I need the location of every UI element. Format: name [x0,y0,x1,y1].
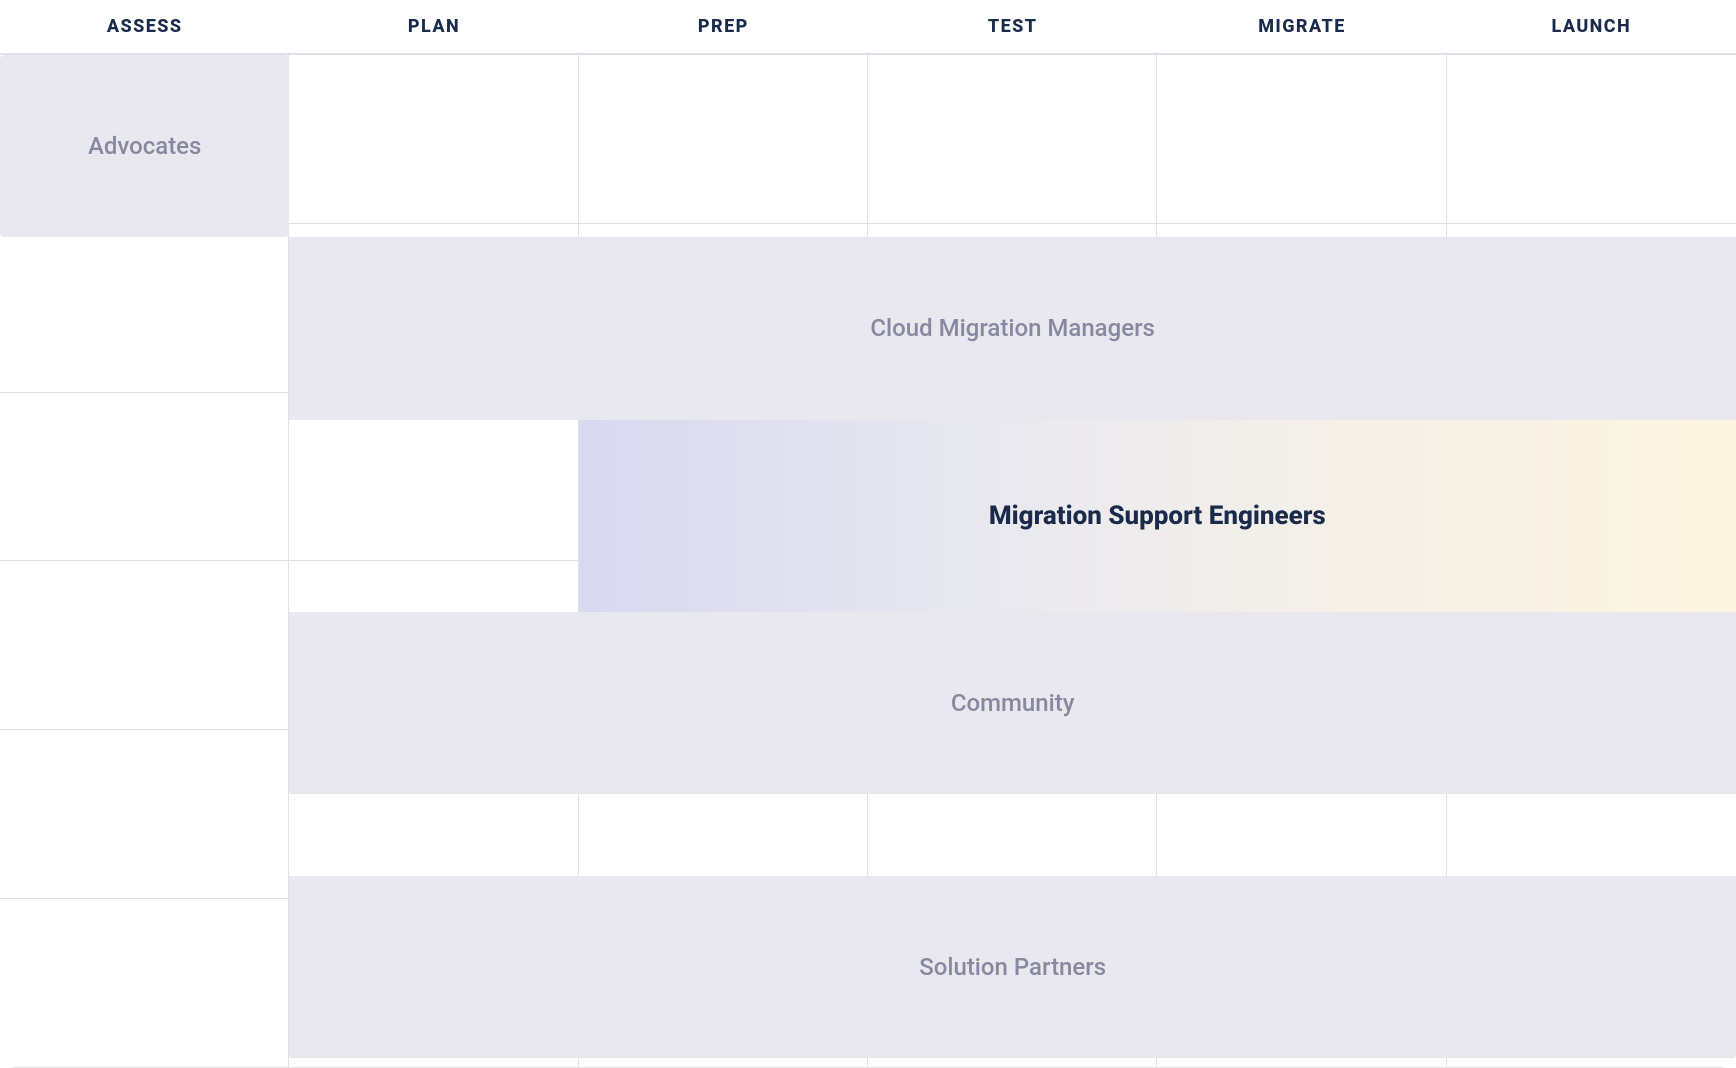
grid-cell [1157,55,1446,224]
migration-support-engineers-swimlane: Migration Support Engineers [579,420,1736,612]
cloud-migration-managers-label: Cloud Migration Managers [870,314,1155,342]
main-content: Advocates Cloud Migration Managers Migra… [0,55,1736,1068]
main-wrapper: ASSESS PLAN PREP TEST MIGRATE LAUNCH [0,0,1736,1068]
grid-cell [0,393,289,562]
community-label: Community [951,689,1075,717]
grid-cell [0,899,289,1068]
advocates-label: Advocates [88,132,201,160]
col-header-prep: PREP [579,0,868,53]
header-row: ASSESS PLAN PREP TEST MIGRATE LAUNCH [0,0,1736,55]
col-header-launch: LAUNCH [1447,0,1736,53]
solution-partners-label: Solution Partners [919,953,1106,981]
grid-cell [579,55,868,224]
grid-cell [868,55,1157,224]
grid-cell [0,730,289,899]
col-header-test: TEST [868,0,1157,53]
grid-cell [1447,55,1736,224]
col-header-assess: ASSESS [0,0,289,53]
community-swimlane: Community [289,612,1736,794]
grid-cell [289,55,578,224]
grid-cell [0,561,289,730]
migration-support-engineers-label: Migration Support Engineers [989,501,1326,531]
solution-partners-swimlane: Solution Partners [289,876,1736,1058]
cloud-migration-managers-swimlane: Cloud Migration Managers [289,237,1736,419]
col-header-plan: PLAN [289,0,578,53]
grid-cell [0,224,289,393]
advocates-swimlane: Advocates [0,55,289,237]
col-header-migrate: MIGRATE [1157,0,1446,53]
